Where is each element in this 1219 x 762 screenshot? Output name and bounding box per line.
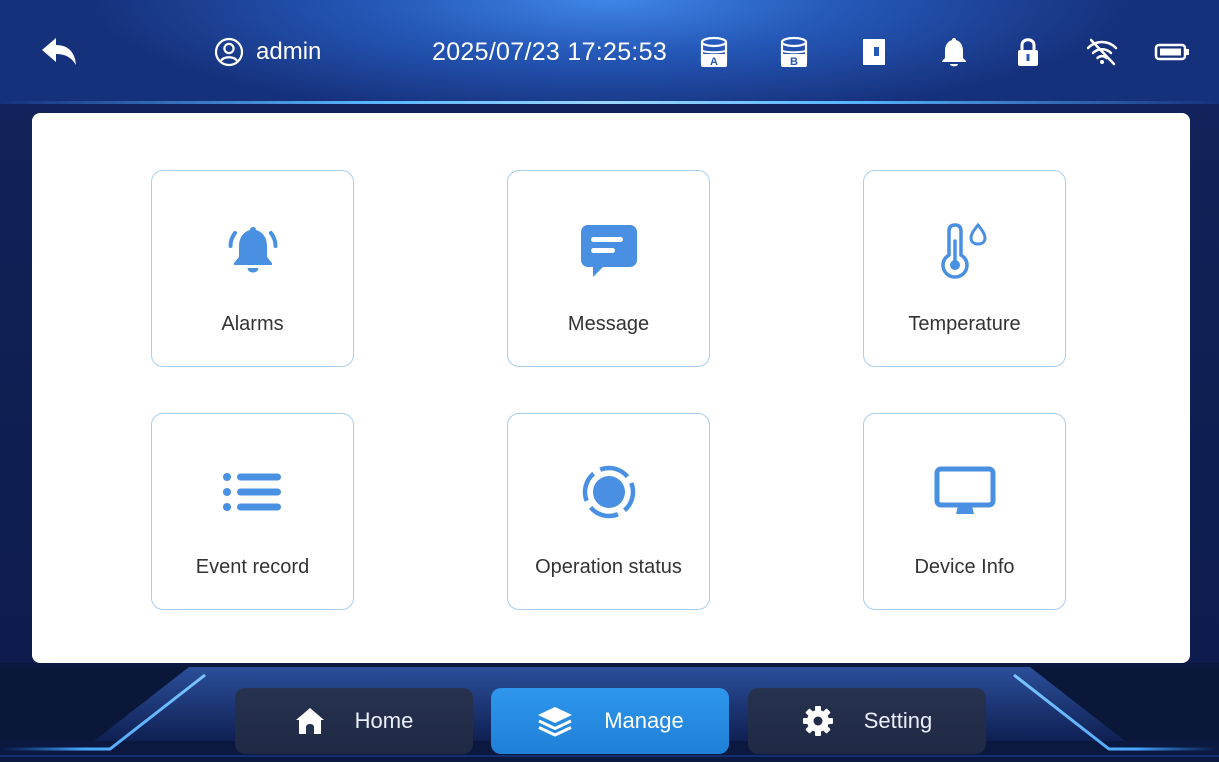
- tile-label: Event record: [195, 556, 310, 578]
- nav-label: Manage: [604, 708, 684, 733]
- tile-label: Alarms: [221, 313, 284, 335]
- status-ring-icon: [582, 465, 635, 519]
- status-bar: admin 2025/07/23 17:25:53 A B: [0, 0, 1219, 104]
- tile-label: Device Info: [914, 556, 1015, 578]
- lock-icon: [1018, 38, 1038, 66]
- tank-a-letter: A: [710, 56, 718, 68]
- gear-icon: [802, 706, 833, 736]
- nav-label: Home: [354, 708, 414, 733]
- bell-ringing-icon: [228, 227, 277, 273]
- user-info[interactable]: admin: [214, 0, 321, 104]
- battery-status[interactable]: [1152, 0, 1192, 104]
- manage-panel: Alarms Message Temperature Event record …: [32, 113, 1190, 663]
- back-arrow-icon: [42, 38, 76, 65]
- tile-label: Temperature: [908, 313, 1021, 335]
- tile-message[interactable]: Message: [507, 170, 710, 367]
- tile-operation-status[interactable]: Operation status: [507, 413, 710, 610]
- home-icon: [295, 708, 324, 734]
- tank-b-status[interactable]: B: [774, 0, 814, 104]
- tank-b-icon: B: [780, 36, 808, 68]
- wifi-status[interactable]: [1082, 0, 1122, 104]
- thermometer-icon: [940, 222, 987, 279]
- tile-device-info[interactable]: Device Info: [863, 413, 1066, 610]
- back-button[interactable]: [34, 0, 82, 104]
- list-icon: [222, 473, 281, 511]
- tank-b-letter: B: [790, 56, 798, 68]
- nav-home-button[interactable]: Home: [235, 688, 473, 754]
- tile-alarms[interactable]: Alarms: [151, 170, 354, 367]
- message-icon: [580, 225, 637, 277]
- monitor-icon: [934, 466, 995, 514]
- alarm-status[interactable]: [934, 0, 974, 104]
- bottom-nav-bar: Home Manage Setting: [0, 663, 1219, 762]
- nav-label: Setting: [863, 708, 933, 733]
- username: admin: [256, 38, 322, 65]
- tile-label: Message: [567, 313, 650, 335]
- tile-label: Operation status: [535, 556, 682, 578]
- nav-setting-button[interactable]: Setting: [748, 688, 986, 754]
- datetime: 2025/07/23 17:25:53: [432, 37, 668, 66]
- wifi-off-icon: [1086, 38, 1118, 66]
- door-status[interactable]: [854, 0, 894, 104]
- tank-a-icon: A: [700, 36, 728, 68]
- user-icon: [214, 37, 244, 67]
- battery-icon: [1154, 43, 1189, 61]
- bell-icon: [942, 38, 966, 67]
- layers-icon: [538, 707, 573, 737]
- tile-event-record[interactable]: Event record: [151, 413, 354, 610]
- tile-temperature[interactable]: Temperature: [863, 170, 1066, 367]
- lock-status[interactable]: [1008, 0, 1048, 104]
- tank-a-status[interactable]: A: [694, 0, 734, 104]
- nav-manage-button[interactable]: Manage: [491, 688, 729, 754]
- door-icon: [863, 39, 885, 65]
